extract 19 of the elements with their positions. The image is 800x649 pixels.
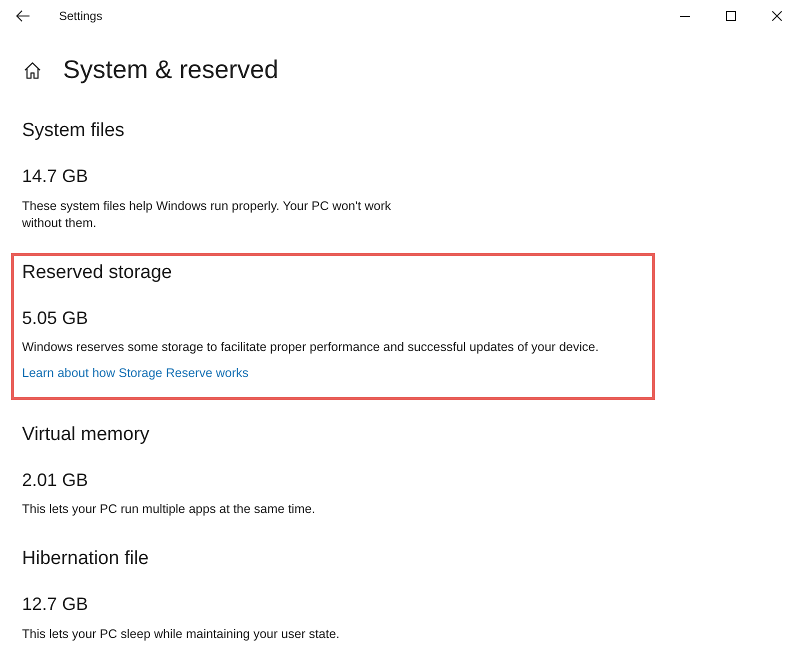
maximize-icon[interactable] [726, 11, 736, 21]
learn-more-link[interactable]: Learn about how Storage Reserve works [22, 365, 249, 382]
section-description: Windows reserves some storage to facilitate proper performance and successful updates of your device. [22, 339, 599, 356]
home-icon[interactable] [24, 62, 41, 78]
section-heading: System files [22, 119, 124, 143]
section-heading: Reserved storage [22, 260, 172, 284]
section-description: This lets your PC sleep while maintaining your user state. [22, 626, 340, 642]
storage-size: 2.01 GB [22, 468, 88, 492]
section-heading: Virtual memory [22, 422, 150, 446]
storage-size: 14.7 GB [22, 165, 88, 188]
section-heading: Hibernation file [22, 547, 149, 571]
section-description: These system files help Windows run properly. Your PC won't work without them. [22, 198, 392, 232]
page-title: System & reserved [63, 55, 278, 86]
left-arrow-icon[interactable] [16, 10, 30, 22]
close-icon[interactable] [772, 11, 782, 21]
window-title: Settings [59, 8, 102, 24]
section-description: This lets your PC run multiple apps at the same time. [22, 501, 316, 518]
storage-size: 5.05 GB [22, 306, 88, 330]
storage-size: 12.7 GB [22, 593, 88, 616]
